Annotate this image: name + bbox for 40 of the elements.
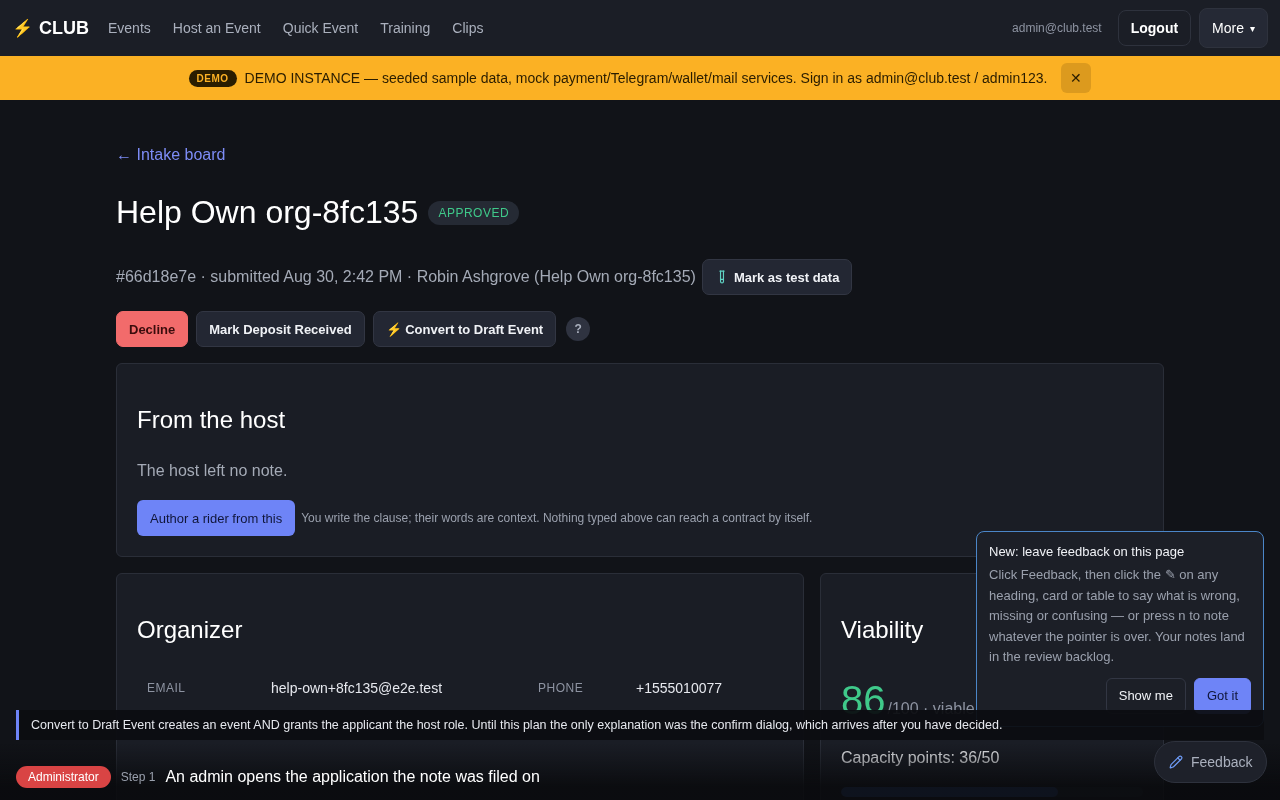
card-title: Organizer [137, 616, 243, 644]
back-link[interactable]: ← Intake board [116, 146, 226, 164]
action-button[interactable]: ⚡ Convert to Draft Event [372, 311, 557, 347]
card-title: From the host [137, 406, 286, 434]
action-button[interactable]: Mark Deposit Received [196, 311, 365, 347]
host-note: The host left no note. [137, 462, 289, 480]
nav-link[interactable]: Clips [441, 20, 495, 36]
rider-hint: You write the clause; their words are context. Nothing typed above can reach a contract by itself. [301, 511, 813, 525]
close-button[interactable]: ✕ [1061, 63, 1092, 93]
caption-bar: Convert to Draft Event creates an event AND grants the applicant the host role. Until this plan the only explanation was the confirm dialog, which arrives after you have decided. [16, 710, 1264, 740]
nav-link[interactable]: Training [369, 20, 442, 36]
more-menu-button[interactable]: More ▾ [1199, 8, 1268, 48]
user-email: admin@club.test [1012, 21, 1102, 35]
popover-title: New: leave feedback on this page [989, 544, 1186, 559]
pencil-icon [1169, 755, 1183, 769]
demo-badge: DEMO [188, 69, 237, 87]
capacity-points: Capacity points: 36/50 [841, 749, 1001, 767]
field-value: +1555010077 [636, 680, 724, 696]
role-badge: Administrator [16, 766, 111, 788]
step-label: Step 1 [120, 770, 156, 784]
field-label: EMAIL [147, 681, 187, 695]
brand-logo[interactable]: ⚡ CLUB [12, 17, 89, 39]
mark-test-data-button[interactable]: Mark as test data [701, 259, 853, 295]
popover-body: Click Feedback, then click the ✎ on any heading, card or table to say what is wrong, missing or confusing — or press n to note whatever the pointer is over. Your notes land in the review backlog. [989, 566, 1246, 666]
feedback-button[interactable]: Feedback [1154, 741, 1268, 783]
application-meta: #66d18e7e · submitted Aug 30, 2:42 PM · Robin Ashgrove (Help Own org-8fc135) [116, 268, 696, 286]
step-text: An admin opens the application the note was filed on [165, 768, 540, 786]
card-title: Viability [841, 616, 924, 644]
nav-link[interactable]: Host an Event [161, 20, 272, 36]
nav-link[interactable]: Quick Event [271, 20, 370, 36]
author-rider-button[interactable]: Author a rider from this [137, 500, 296, 536]
help-button[interactable]: ? [566, 317, 591, 341]
status-badge: APPROVED [428, 200, 520, 225]
field-value: help-own+8fc135@e2e.test [271, 680, 444, 696]
page-title: Help Own org-8fc135 [116, 194, 419, 231]
banner-text: DEMO INSTANCE — seeded sample data, mock payment/Telegram/wallet/mail services. Sign in as admin@club.test / admin123. [244, 70, 1048, 86]
action-button[interactable]: Decline [116, 311, 189, 347]
field-label: PHONE [538, 681, 585, 695]
nav-link[interactable]: Events [97, 20, 162, 36]
logout-button[interactable]: Logout [1117, 10, 1192, 46]
